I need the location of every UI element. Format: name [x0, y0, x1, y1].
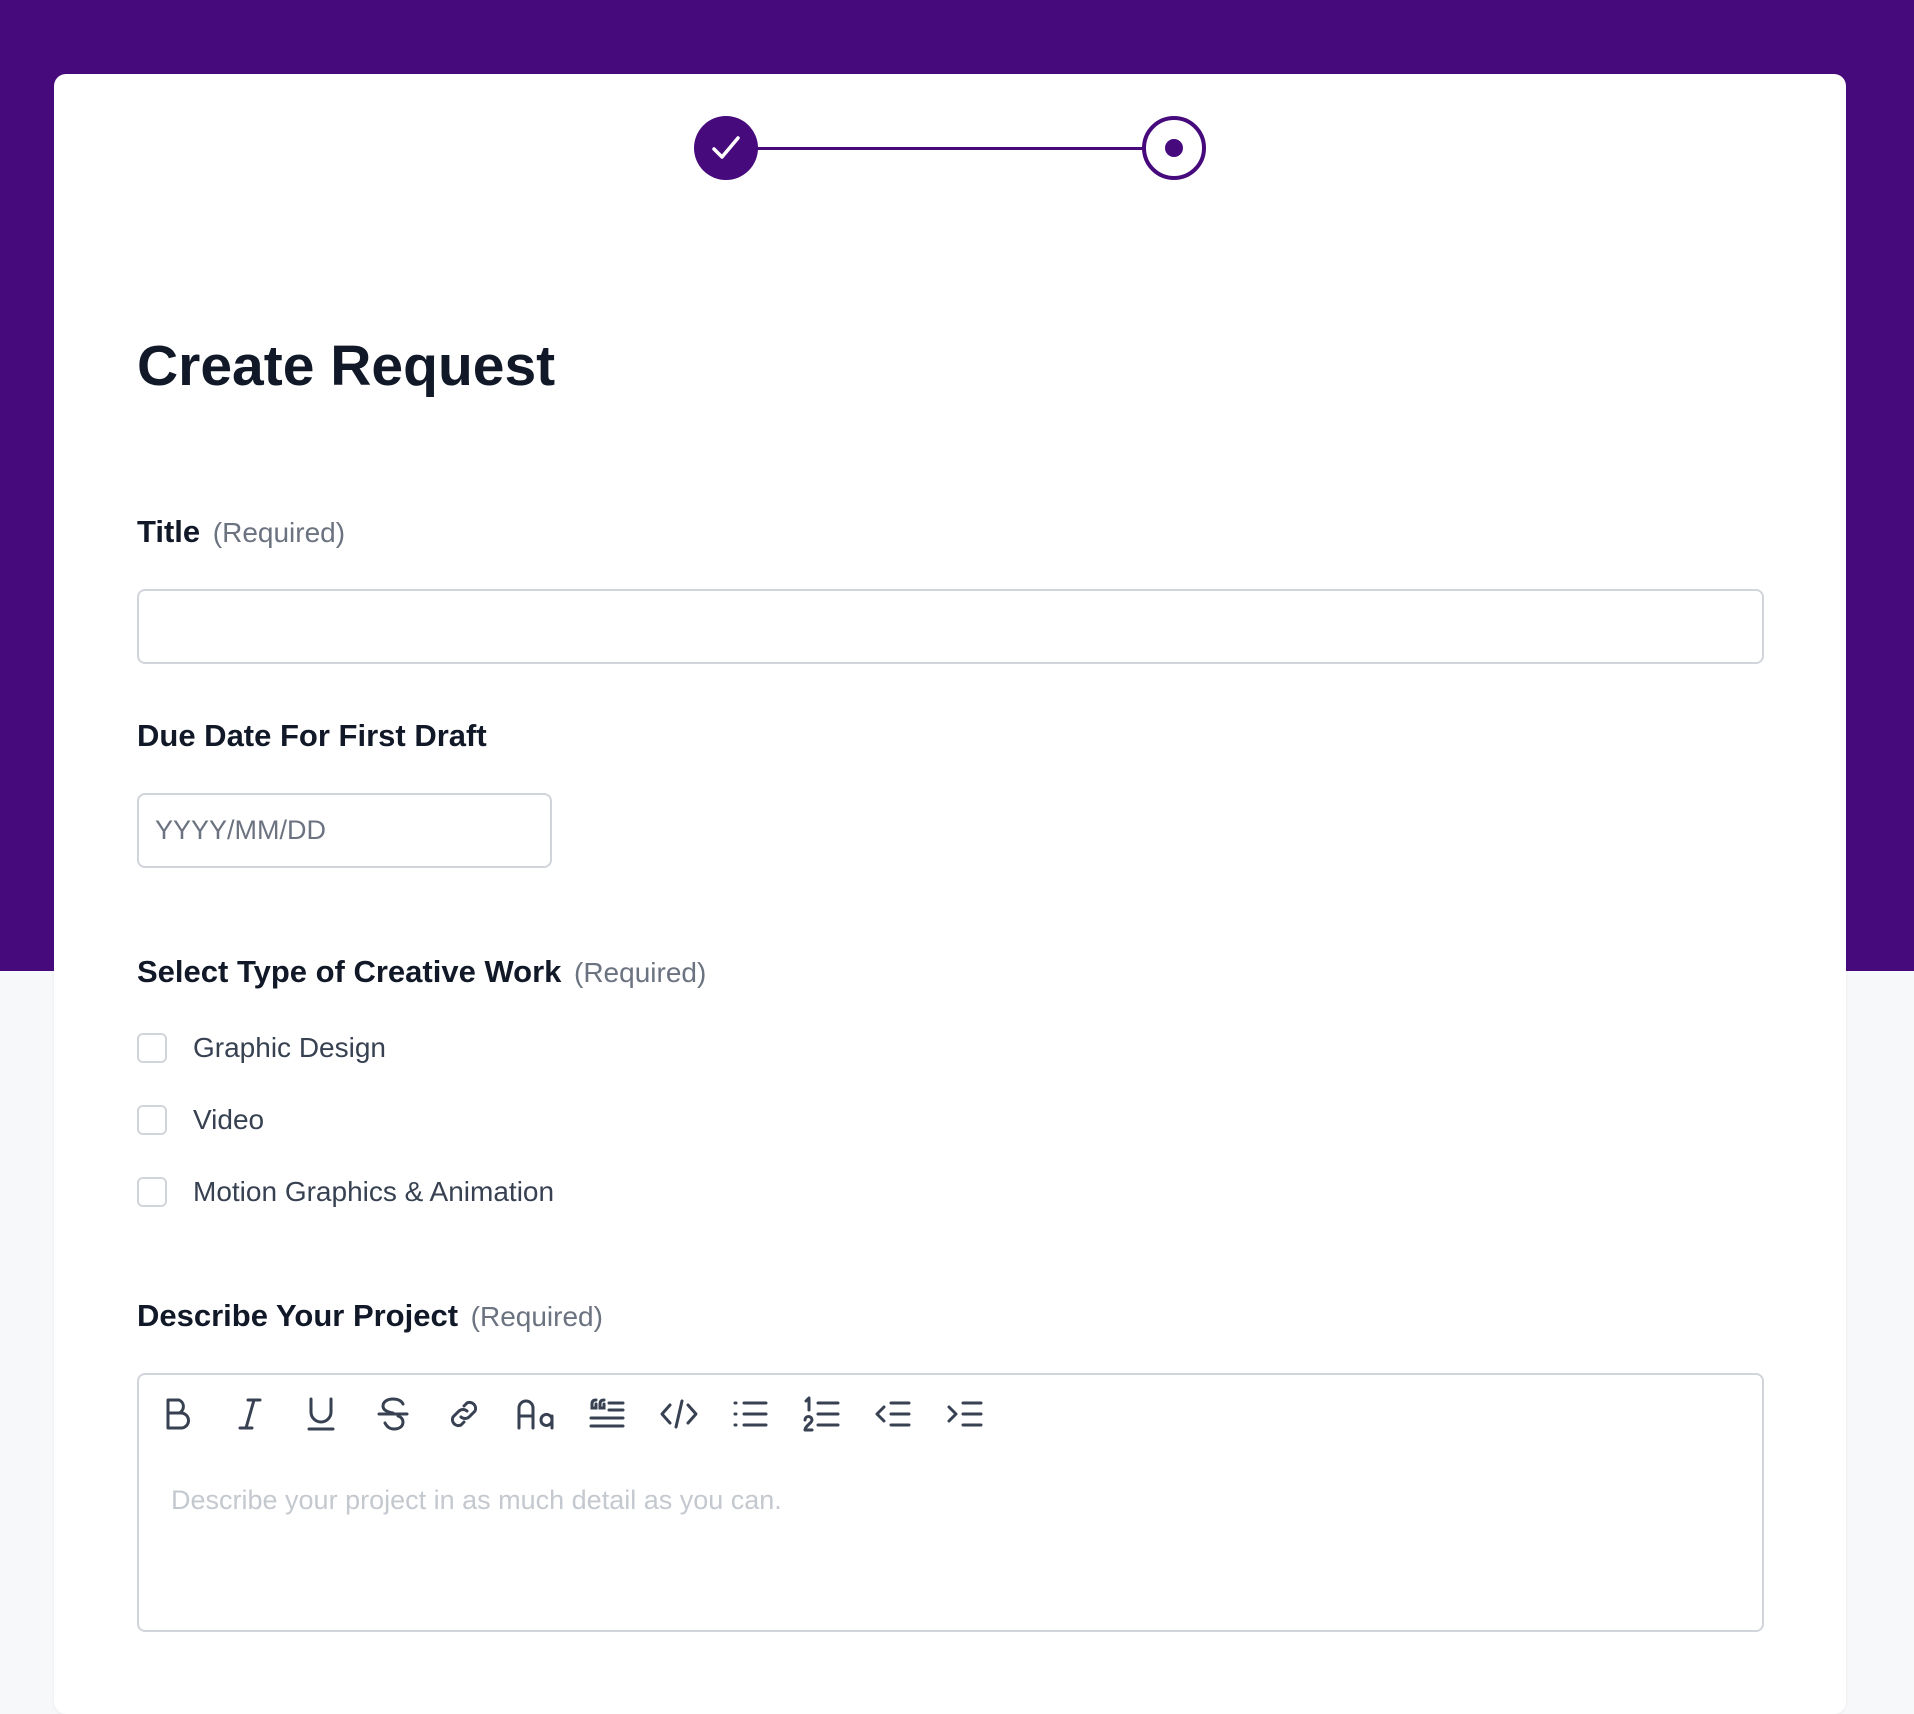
numbered-list-button[interactable]	[797, 1389, 847, 1439]
step-2-current[interactable]	[1142, 116, 1206, 180]
underline-icon	[307, 1397, 335, 1431]
heading-button[interactable]	[511, 1389, 561, 1439]
link-icon	[450, 1400, 478, 1428]
strikethrough-button[interactable]	[368, 1389, 418, 1439]
due-date-label: Due Date For First Draft	[137, 718, 487, 753]
quote-button[interactable]	[582, 1389, 632, 1439]
motion-graphics-label[interactable]: Motion Graphics & Animation	[193, 1176, 554, 1208]
italic-button[interactable]	[225, 1389, 275, 1439]
bold-button[interactable]	[153, 1389, 203, 1439]
progress-stepper	[694, 116, 1206, 180]
title-input[interactable]	[137, 589, 1764, 664]
editor-toolbar	[153, 1389, 1011, 1439]
description-label-text: Describe Your Project	[137, 1298, 459, 1333]
outdent-button[interactable]	[868, 1389, 918, 1439]
title-label-text: Title	[137, 514, 201, 549]
graphic-design-label[interactable]: Graphic Design	[193, 1032, 386, 1064]
bold-icon	[166, 1398, 190, 1430]
description-editor[interactable]: Describe your project in as much detail …	[137, 1373, 1764, 1632]
work-type-label-text: Select Type of Creative Work	[137, 954, 562, 989]
step-1-completed[interactable]	[694, 116, 758, 180]
bullet-list-icon	[733, 1401, 768, 1427]
description-placeholder: Describe your project in as much detail …	[171, 1485, 782, 1515]
numbered-list-icon	[803, 1396, 839, 1432]
description-required-hint: (Required)	[470, 1301, 603, 1332]
description-label: Describe Your Project (Required)	[137, 1298, 603, 1334]
work-type-required-hint: (Required)	[574, 957, 707, 988]
bullet-list-button[interactable]	[725, 1389, 775, 1439]
underline-button[interactable]	[296, 1389, 346, 1439]
work-type-label: Select Type of Creative Work (Required)	[137, 954, 706, 990]
video-checkbox[interactable]	[137, 1105, 167, 1135]
code-icon	[660, 1399, 697, 1429]
link-button[interactable]	[439, 1389, 489, 1439]
indent-button[interactable]	[940, 1389, 990, 1439]
motion-graphics-checkbox[interactable]	[137, 1177, 167, 1207]
graphic-design-checkbox[interactable]	[137, 1033, 167, 1063]
code-button[interactable]	[654, 1389, 704, 1439]
check-icon	[712, 136, 740, 159]
indent-icon	[947, 1401, 982, 1427]
outdent-icon	[875, 1401, 911, 1427]
italic-icon	[238, 1398, 261, 1430]
current-step-dot	[1165, 139, 1183, 157]
quote-icon	[589, 1398, 625, 1428]
option-video[interactable]: Video	[137, 1103, 264, 1137]
option-graphic-design[interactable]: Graphic Design	[137, 1031, 386, 1065]
due-date-input[interactable]	[137, 793, 552, 868]
title-required-hint: (Required)	[212, 517, 346, 548]
option-motion-graphics[interactable]: Motion Graphics & Animation	[137, 1175, 554, 1209]
stepper-connector	[754, 147, 1148, 150]
video-label[interactable]: Video	[193, 1104, 264, 1136]
strikethrough-icon	[377, 1397, 408, 1431]
heading-icon	[517, 1399, 553, 1430]
title-label: Title (Required)	[137, 514, 345, 550]
page-title: Create Request	[137, 334, 556, 398]
